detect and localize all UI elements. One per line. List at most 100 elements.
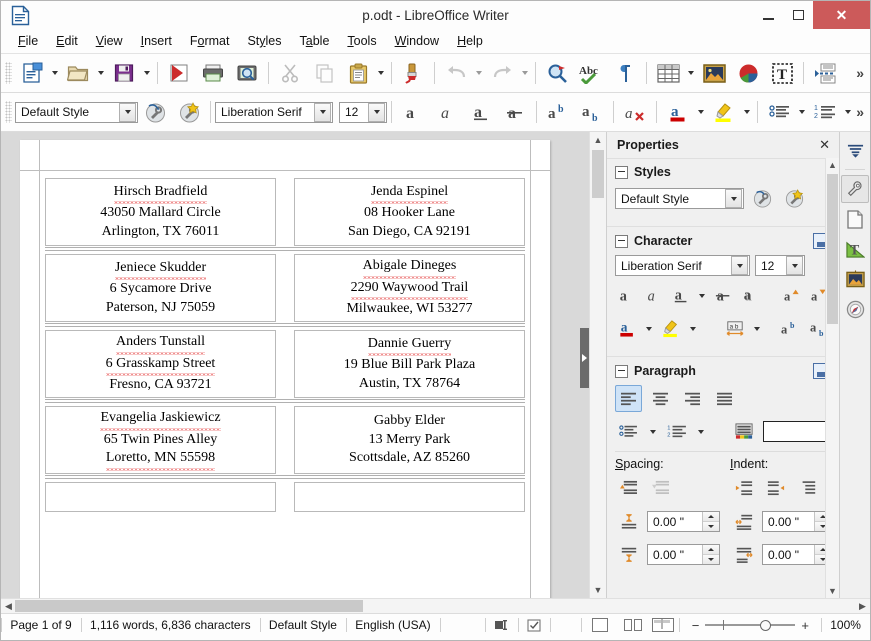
align-left-button[interactable] bbox=[615, 385, 642, 412]
print-preview-button[interactable] bbox=[230, 57, 264, 89]
align-center-button[interactable] bbox=[647, 385, 674, 412]
scroll-up-arrow[interactable]: ▲ bbox=[590, 132, 606, 148]
bold-button[interactable]: a bbox=[615, 282, 638, 309]
insert-page-break-button[interactable] bbox=[808, 57, 842, 89]
address-label[interactable] bbox=[294, 482, 525, 512]
clear-formatting-button[interactable]: a bbox=[618, 96, 652, 128]
italic-button[interactable]: a bbox=[643, 282, 666, 309]
sidebar-hide-handle[interactable] bbox=[580, 328, 589, 388]
zoom-knob[interactable] bbox=[760, 620, 771, 631]
save-dropdown[interactable] bbox=[141, 58, 153, 88]
sidebar-scrollbar-thumb[interactable] bbox=[827, 174, 838, 324]
insert-table-dropdown[interactable] bbox=[685, 58, 697, 88]
spacing-above-stepper[interactable] bbox=[702, 512, 719, 531]
paragraph-background-color-button[interactable] bbox=[731, 418, 758, 445]
scroll-left-arrow[interactable]: ◀ bbox=[1, 601, 16, 612]
redo-button[interactable] bbox=[485, 57, 519, 89]
open-dropdown[interactable] bbox=[95, 58, 107, 88]
decrease-paragraph-spacing-button[interactable] bbox=[647, 475, 674, 502]
toolbar-grip[interactable] bbox=[5, 101, 12, 123]
address-label[interactable]: Anders Tunstall 6 Grasskamp Street Fresn… bbox=[45, 330, 276, 398]
copy-button[interactable] bbox=[307, 57, 341, 89]
chevron-down-icon[interactable] bbox=[314, 103, 331, 122]
insert-image-button[interactable] bbox=[697, 57, 731, 89]
highlight-color-button[interactable] bbox=[707, 96, 741, 128]
address-label[interactable]: Abigale Dineges 2290 Waywood Trail Milwa… bbox=[294, 254, 525, 322]
sidebar-font-name-combobox[interactable]: Liberation Serif bbox=[615, 255, 750, 276]
chevron-down-icon[interactable] bbox=[368, 103, 385, 122]
table-cell[interactable]: Jenda Espinel 08 Hooker Lane San Diego, … bbox=[294, 178, 525, 246]
sidebar-vertical-scrollbar[interactable]: ▲ ▼ bbox=[825, 158, 839, 598]
highlight-color-button[interactable] bbox=[659, 315, 683, 342]
horizontal-scrollbar-thumb[interactable] bbox=[15, 600, 363, 612]
menu-view[interactable]: View bbox=[87, 31, 132, 51]
menu-window[interactable]: Window bbox=[386, 31, 448, 51]
single-page-view-button[interactable] bbox=[581, 614, 619, 636]
font-color-button[interactable]: a bbox=[615, 315, 639, 342]
multi-page-view-button[interactable] bbox=[619, 614, 647, 636]
save-button[interactable] bbox=[107, 57, 141, 89]
bold-button[interactable]: a bbox=[396, 96, 430, 128]
find-replace-button[interactable] bbox=[540, 57, 574, 89]
table-cell[interactable]: Hirsch Bradfield 43050 Mallard Circle Ar… bbox=[45, 178, 276, 246]
document-canvas[interactable]: Hirsch Bradfield 43050 Mallard Circle Ar… bbox=[1, 132, 589, 598]
standard-toolbar-overflow[interactable]: » bbox=[856, 65, 864, 81]
collapse-icon[interactable] bbox=[615, 365, 628, 378]
cut-button[interactable] bbox=[273, 57, 307, 89]
underline-button[interactable]: a bbox=[670, 282, 693, 309]
ordered-list-dropdown[interactable] bbox=[695, 419, 706, 444]
table-cell[interactable]: Evangelia Jaskiewicz 65 Twin Pines Alley… bbox=[45, 406, 276, 474]
align-justified-button[interactable] bbox=[711, 385, 738, 412]
redo-dropdown[interactable] bbox=[519, 58, 531, 88]
paragraph-background-color-preview[interactable] bbox=[763, 421, 831, 442]
toolbar-grip[interactable] bbox=[5, 62, 12, 84]
zoom-out-button[interactable]: − bbox=[686, 618, 706, 633]
update-style-button[interactable] bbox=[138, 96, 172, 128]
navigator-deck-tab[interactable] bbox=[841, 295, 869, 323]
document-horizontal-scrollbar[interactable]: ◀ ▶ bbox=[1, 598, 870, 613]
address-label[interactable] bbox=[45, 482, 276, 512]
superscript-button[interactable]: ab bbox=[541, 96, 575, 128]
update-selected-style-button[interactable] bbox=[749, 185, 776, 212]
menu-tools[interactable]: Tools bbox=[338, 31, 385, 51]
menu-file[interactable]: File bbox=[9, 31, 47, 51]
address-label[interactable]: Hirsch Bradfield 43050 Mallard Circle Ar… bbox=[45, 178, 276, 246]
close-button[interactable]: ✕ bbox=[813, 1, 870, 29]
align-right-button[interactable] bbox=[679, 385, 706, 412]
table-cell[interactable]: Anders Tunstall 6 Grasskamp Street Fresn… bbox=[45, 330, 276, 398]
properties-deck-tab[interactable] bbox=[841, 175, 869, 203]
strikethrough-button[interactable]: a bbox=[712, 282, 735, 309]
chevron-down-icon[interactable] bbox=[725, 189, 742, 208]
scroll-right-arrow[interactable]: ▶ bbox=[855, 601, 870, 612]
page-indicator[interactable]: Page 1 of 9 bbox=[1, 614, 80, 636]
clone-formatting-button[interactable] bbox=[396, 57, 430, 89]
menu-format[interactable]: Format bbox=[181, 31, 239, 51]
paste-dropdown[interactable] bbox=[375, 58, 387, 88]
undo-button[interactable] bbox=[439, 57, 473, 89]
character-panel-title[interactable]: Character bbox=[615, 233, 831, 249]
table-cell[interactable]: Jeniece Skudder 6 Sycamore Drive Paterso… bbox=[45, 254, 276, 322]
export-pdf-button[interactable] bbox=[162, 57, 196, 89]
document-vertical-scrollbar[interactable]: ▲ ▼ bbox=[589, 132, 606, 598]
menu-edit[interactable]: Edit bbox=[47, 31, 87, 51]
undo-dropdown[interactable] bbox=[473, 58, 485, 88]
sidebar-scroll-up-arrow[interactable]: ▲ bbox=[826, 158, 839, 172]
table-cell[interactable]: Abigale Dineges 2290 Waywood Trail Milwa… bbox=[294, 254, 525, 322]
sidebar-settings-button[interactable] bbox=[841, 136, 869, 164]
paste-button[interactable] bbox=[341, 57, 375, 89]
character-spacing-dropdown[interactable] bbox=[753, 316, 763, 341]
menu-insert[interactable]: Insert bbox=[132, 31, 181, 51]
increase-font-size-button[interactable]: a bbox=[781, 282, 804, 309]
book-view-button[interactable] bbox=[647, 614, 679, 636]
language-indicator[interactable]: English (USA) bbox=[346, 614, 439, 636]
maximize-button[interactable] bbox=[783, 1, 813, 29]
open-button[interactable] bbox=[61, 57, 95, 89]
address-label[interactable]: Jenda Espinel 08 Hooker Lane San Diego, … bbox=[294, 178, 525, 246]
address-label[interactable]: Evangelia Jaskiewicz 65 Twin Pines Alley… bbox=[45, 406, 276, 474]
paragraph-style-combobox[interactable]: Default Style bbox=[15, 102, 138, 123]
underline-dropdown[interactable] bbox=[698, 283, 707, 308]
table-cell[interactable] bbox=[45, 482, 276, 512]
new-style-button[interactable] bbox=[172, 96, 206, 128]
sidebar-style-combobox[interactable]: Default Style bbox=[615, 188, 744, 209]
new-document-dropdown[interactable] bbox=[49, 58, 61, 88]
